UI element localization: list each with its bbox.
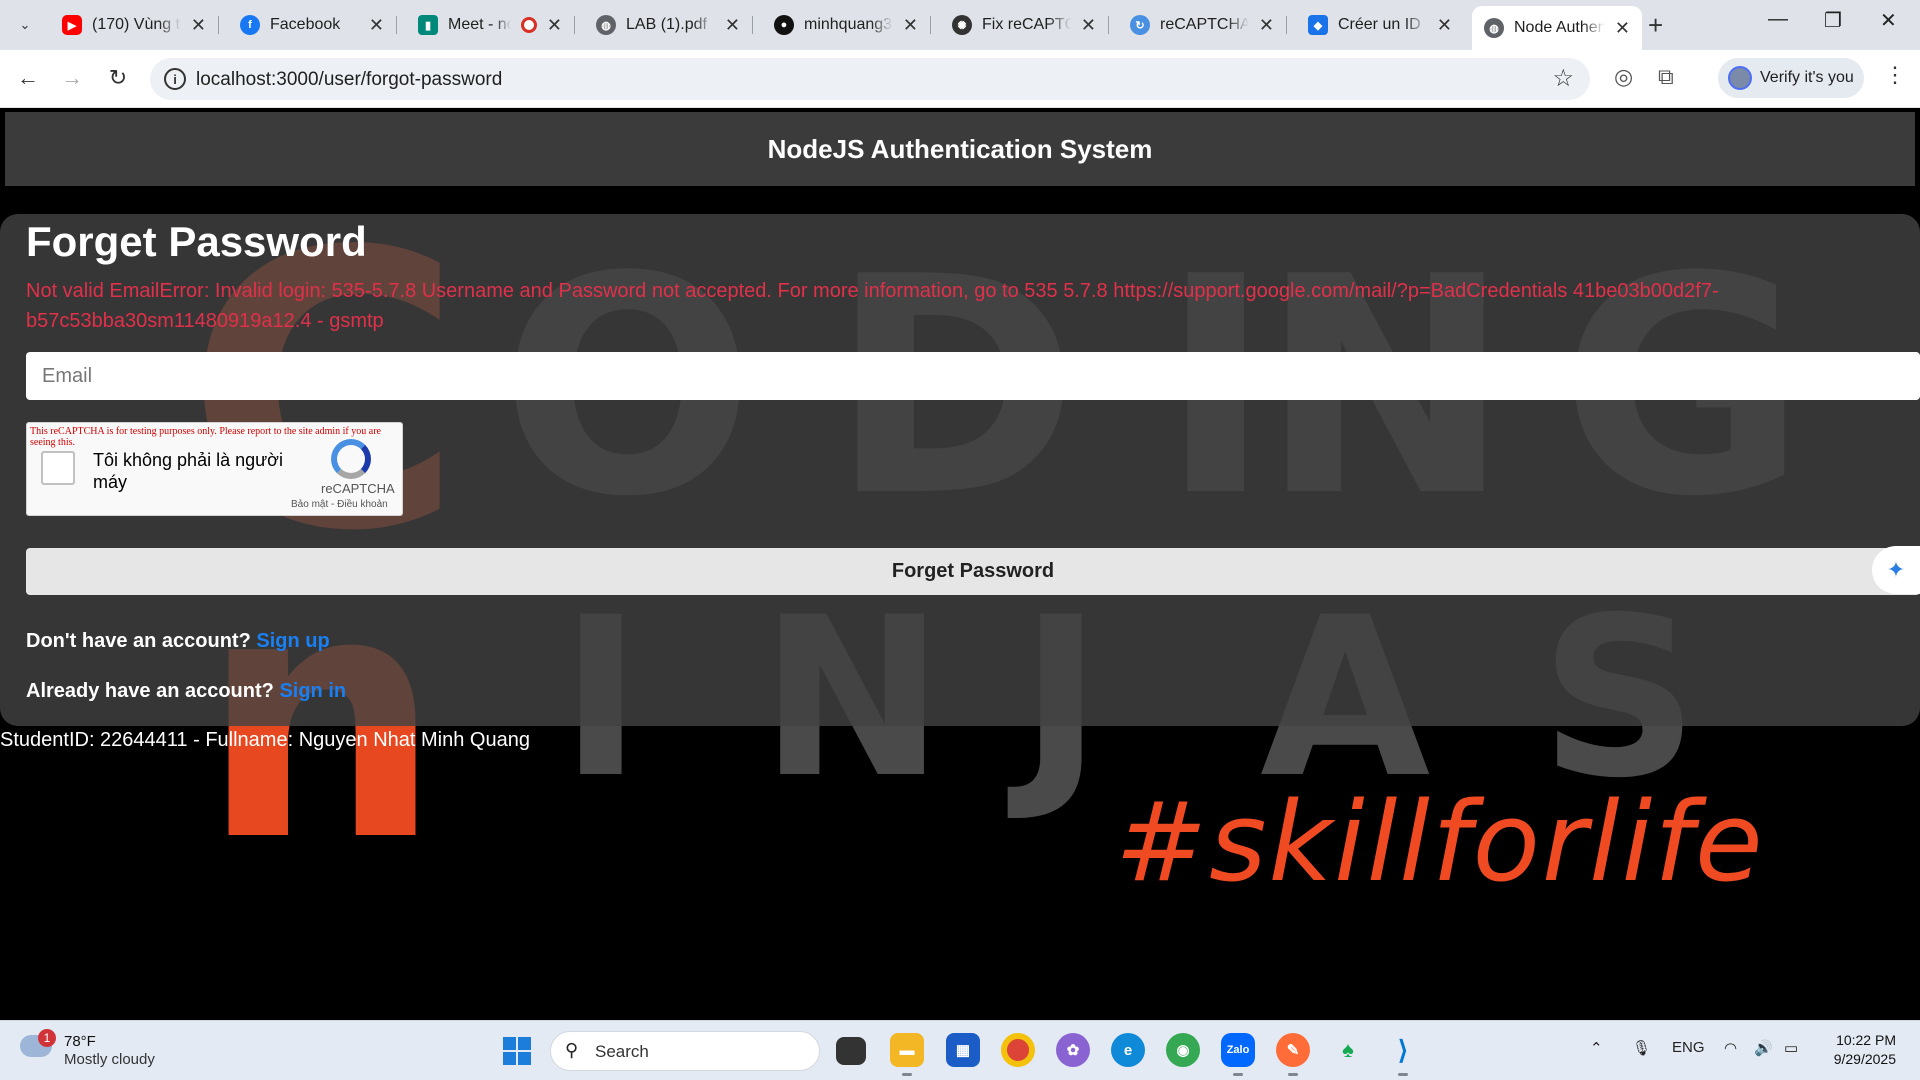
recaptcha-widget: This reCAPTCHA is for testing purposes o… bbox=[26, 422, 403, 516]
site-info-icon[interactable]: i bbox=[164, 68, 186, 90]
recaptcha-icon: ↻ bbox=[1130, 15, 1150, 35]
student-footer: StudentID: 22644411 - Fullname: Nguyen N… bbox=[0, 729, 530, 751]
shield-icon: ◆ bbox=[1308, 15, 1328, 35]
recording-icon bbox=[520, 17, 537, 33]
tab-lab-pdf[interactable]: ◍ LAB (1).pdf ✕ bbox=[584, 6, 753, 44]
tab-facebook[interactable]: f Facebook ✕ bbox=[228, 6, 397, 44]
more-menu-icon[interactable]: ⋮ bbox=[1884, 62, 1906, 88]
clock-date: 9/29/2025 bbox=[1833, 1051, 1896, 1067]
notification-badge: 1 bbox=[38, 1029, 56, 1047]
page-viewport: C O D I N G n I N J A S #skillforlife No… bbox=[0, 108, 1920, 1020]
watermark-tagline: #skillforlife bbox=[1115, 778, 1765, 906]
tab-recaptcha[interactable]: ↻ reCAPTCHA ✕ bbox=[1118, 6, 1287, 44]
clock-time: 10:22 PM bbox=[1836, 1032, 1896, 1048]
tab-youtube[interactable]: ▶ (170) Vùng trời ✕ bbox=[50, 6, 219, 44]
tab-fix-recaptcha[interactable]: ✺ Fix reCAPTCHA ✕ bbox=[940, 6, 1109, 44]
recaptcha-terms-link[interactable]: Bảo mật - Điều khoản bbox=[291, 499, 388, 510]
close-tab-icon[interactable]: ✕ bbox=[1081, 15, 1096, 36]
site-title: NodeJS Authentication System bbox=[767, 133, 1153, 164]
recaptcha-brand: reCAPTCHA bbox=[321, 481, 395, 496]
windows-start-icon[interactable] bbox=[503, 1037, 531, 1065]
recaptcha-checkbox[interactable] bbox=[41, 451, 75, 485]
chrome-icon[interactable] bbox=[1001, 1033, 1035, 1067]
tab-search-chevron-icon[interactable]: ⌄ bbox=[10, 10, 40, 40]
github-icon: ● bbox=[774, 15, 794, 35]
url-text[interactable]: localhost:3000/user/forgot-password bbox=[196, 69, 502, 91]
tab-node-auth[interactable]: ◍ Node Authen ✕ bbox=[1472, 6, 1642, 50]
close-tab-icon[interactable]: ✕ bbox=[903, 15, 918, 36]
close-tab-icon[interactable]: ✕ bbox=[547, 15, 562, 36]
signup-prompt: Don't have an account? bbox=[26, 630, 251, 652]
battery-icon[interactable]: ▭ bbox=[1784, 1039, 1798, 1057]
error-message: Not valid EmailError: Invalid login: 535… bbox=[26, 280, 1719, 332]
openai-icon: ✺ bbox=[952, 15, 972, 35]
email-field[interactable] bbox=[26, 352, 1920, 400]
new-tab-plus-icon[interactable]: + bbox=[1648, 10, 1663, 41]
weather-condition: Mostly cloudy bbox=[64, 1051, 155, 1068]
file-explorer-icon[interactable]: ▬ bbox=[890, 1033, 924, 1076]
close-tab-icon[interactable]: ✕ bbox=[369, 15, 384, 36]
task-view-icon[interactable] bbox=[836, 1037, 866, 1065]
signin-row: Already have an account? Sign in bbox=[26, 680, 346, 703]
forward-arrow-icon[interactable]: → bbox=[56, 62, 88, 94]
weather-temperature: 78°F bbox=[64, 1033, 96, 1050]
postman-icon[interactable]: ✎ bbox=[1276, 1033, 1310, 1076]
language-indicator[interactable]: ENG bbox=[1672, 1039, 1705, 1056]
restore-icon[interactable]: ❐ bbox=[1824, 8, 1842, 33]
back-arrow-icon[interactable]: ← bbox=[12, 62, 44, 94]
browser-toolbar: ← → ↻ i localhost:3000/user/forgot-passw… bbox=[0, 50, 1920, 108]
avatar bbox=[1728, 66, 1752, 90]
chrome-profile-icon[interactable]: ◉ bbox=[1166, 1033, 1200, 1067]
system-clock[interactable]: 10:22 PM 9/29/2025 bbox=[1826, 1031, 1896, 1069]
recaptcha-logo-icon bbox=[331, 439, 371, 479]
camera-lens-icon[interactable]: ◎ bbox=[1614, 64, 1633, 90]
form-title: Forget Password bbox=[26, 218, 367, 265]
microsoft-store-icon[interactable]: ▦ bbox=[946, 1033, 980, 1067]
tab-meet[interactable]: ▮ Meet - no ✕ bbox=[406, 6, 575, 44]
wifi-icon[interactable]: ◠ bbox=[1724, 1039, 1737, 1057]
bookmark-star-icon[interactable]: ☆ bbox=[1552, 64, 1574, 93]
weather-widget[interactable]: 1 78°F Mostly cloudy bbox=[20, 1029, 190, 1073]
copilot-icon[interactable]: ✿ bbox=[1056, 1033, 1090, 1067]
mongodb-leaf-icon[interactable]: ♠ bbox=[1331, 1033, 1365, 1067]
windows-taskbar: 1 78°F Mostly cloudy ⚲ Search ▬ ▦ ✿ e ◉ … bbox=[0, 1020, 1920, 1080]
zalo-icon[interactable]: Zalo bbox=[1221, 1033, 1255, 1076]
minimize-icon[interactable]: — bbox=[1768, 8, 1788, 31]
microphone-icon[interactable]: 🎙 bbox=[1632, 1039, 1651, 1057]
taskbar-search-box[interactable]: ⚲ Search bbox=[550, 1031, 820, 1071]
ai-assistant-sparkle-icon[interactable]: ✦ bbox=[1872, 546, 1920, 594]
globe-icon: ◍ bbox=[1484, 18, 1504, 38]
search-icon: ⚲ bbox=[565, 1040, 579, 1060]
forget-password-button[interactable]: Forget Password bbox=[26, 548, 1920, 595]
signup-link[interactable]: Sign up bbox=[256, 630, 329, 652]
tab-creer-id[interactable]: ◆ Créer un ID d ✕ bbox=[1296, 6, 1464, 44]
vscode-icon[interactable]: ⟩ bbox=[1386, 1033, 1420, 1076]
search-placeholder: Search bbox=[595, 1042, 649, 1061]
signin-link[interactable]: Sign in bbox=[279, 680, 346, 702]
recaptcha-label: Tôi không phải là người máy bbox=[93, 450, 283, 492]
signin-prompt: Already have an account? bbox=[26, 680, 274, 702]
show-hidden-icons-chevron-icon[interactable]: ⌃ bbox=[1590, 1039, 1603, 1057]
edge-icon[interactable]: e bbox=[1111, 1033, 1145, 1067]
window-close-icon[interactable]: ✕ bbox=[1880, 8, 1897, 33]
youtube-icon: ▶ bbox=[62, 15, 82, 35]
volume-icon[interactable]: 🔊 bbox=[1754, 1039, 1773, 1057]
close-tab-icon[interactable]: ✕ bbox=[1259, 15, 1274, 36]
browser-tab-strip: ⌄ ▶ (170) Vùng trời ✕ f Facebook ✕ ▮ Mee… bbox=[0, 0, 1920, 50]
close-tab-icon[interactable]: ✕ bbox=[191, 15, 206, 36]
facebook-icon: f bbox=[240, 15, 260, 35]
tab-github[interactable]: ● minhquang31 ✕ bbox=[762, 6, 931, 44]
google-meet-icon: ▮ bbox=[418, 15, 438, 35]
site-header: NodeJS Authentication System bbox=[5, 112, 1915, 186]
extensions-puzzle-icon[interactable]: ⧉ bbox=[1658, 64, 1674, 90]
address-bar[interactable]: i localhost:3000/user/forgot-password ☆ bbox=[150, 58, 1590, 100]
profile-verify-button[interactable]: Verify it's you bbox=[1718, 58, 1864, 98]
close-tab-icon[interactable]: ✕ bbox=[1437, 15, 1452, 36]
globe-icon: ◍ bbox=[596, 15, 616, 35]
close-tab-icon[interactable]: ✕ bbox=[1615, 18, 1630, 39]
signup-row: Don't have an account? Sign up bbox=[26, 630, 330, 653]
reload-icon[interactable]: ↻ bbox=[102, 62, 134, 94]
close-tab-icon[interactable]: ✕ bbox=[725, 15, 740, 36]
